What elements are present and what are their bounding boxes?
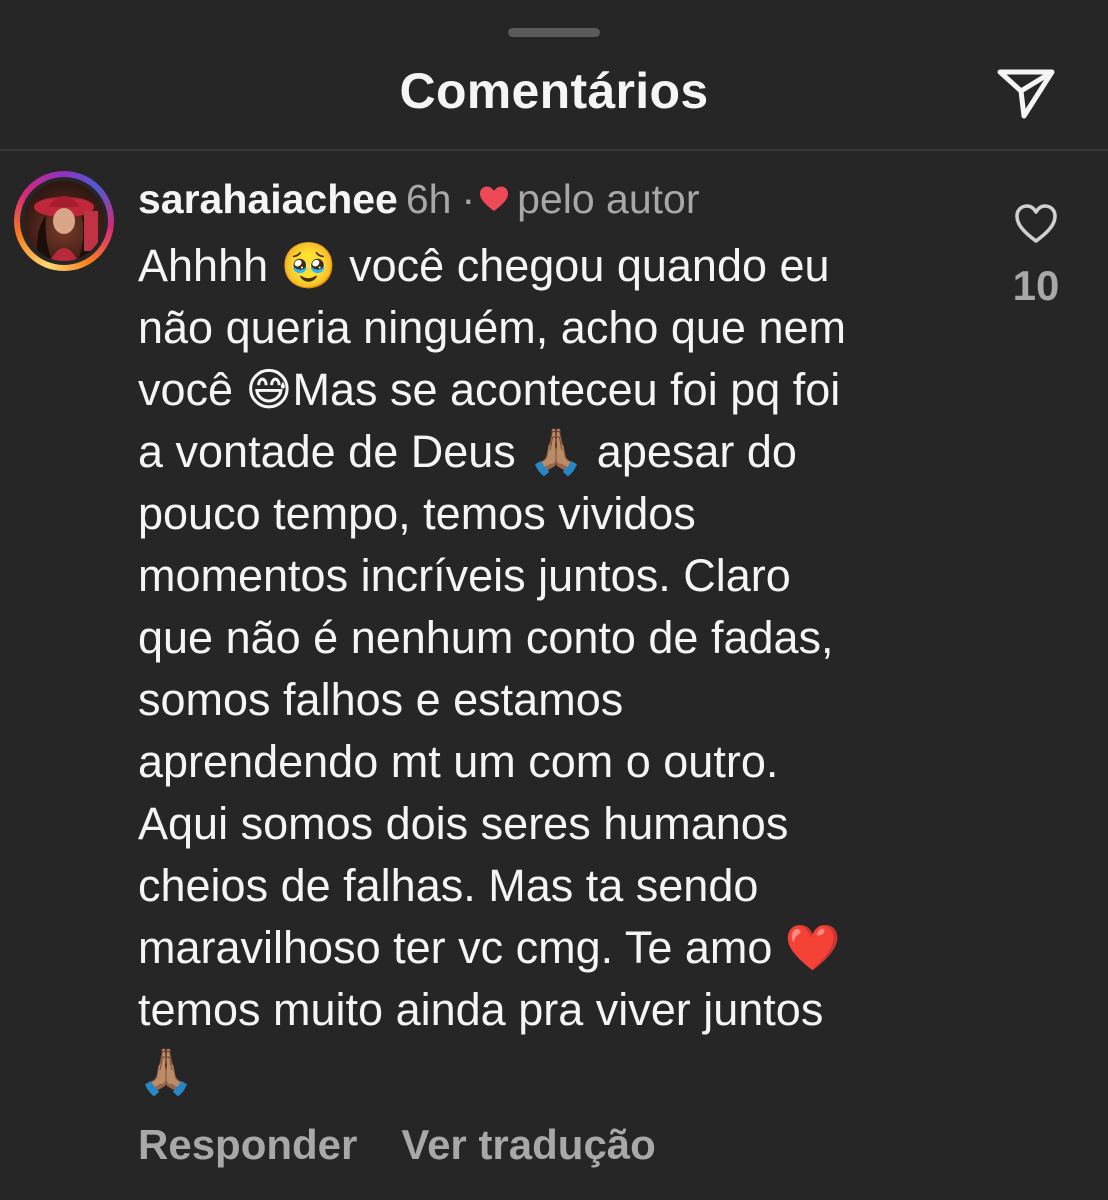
sheet-drag-handle[interactable] [508,28,600,37]
comment-text: Ahhhh 🥹 você chegou quando eu não queria… [138,240,847,1097]
comments-sheet: Comentários sarahaiachee 6h · pelo autor… [0,0,1108,1200]
avatar-photo [24,181,104,261]
share-button[interactable] [994,64,1058,124]
avatar-portrait [34,196,98,261]
comment-item: sarahaiachee 6h · pelo autor Ahhhh 🥹 você c… [0,151,1108,1200]
comment-like-column: 10 [990,201,1082,311]
see-translation-button[interactable]: Ver tradução [401,1121,655,1168]
avatar[interactable] [14,171,114,271]
liked-by-author-label: pelo autor [517,176,700,222]
avatar-border [20,177,108,265]
comment-actions: Responder Ver tradução [138,1119,656,1171]
comment-username[interactable]: sarahaiachee [138,176,398,222]
heart-filled-icon [480,186,509,212]
like-count: 10 [1012,262,1060,309]
comments-header: Comentários [0,40,1108,148]
meta-separator: · [461,176,476,222]
comment-time: 6h [405,176,452,222]
comment-meta: sarahaiachee 6h · pelo autor [138,173,699,225]
heart-outline-icon[interactable] [1013,201,1059,247]
page-title: Comentários [399,63,709,119]
reply-button[interactable]: Responder [138,1121,357,1168]
paper-plane-icon [997,69,1055,119]
